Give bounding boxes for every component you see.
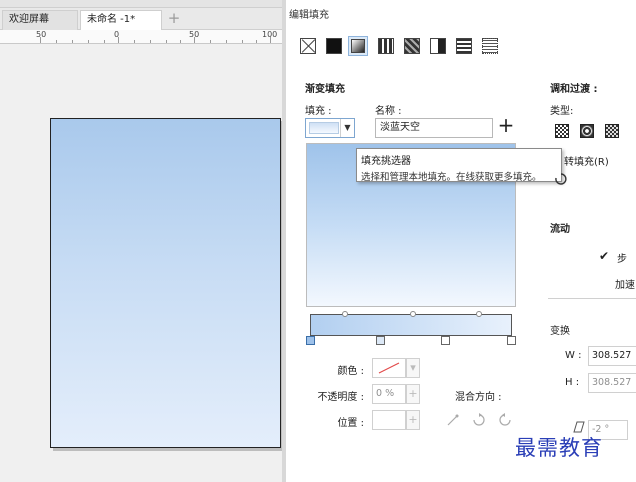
color-stop-handle[interactable] xyxy=(306,336,315,345)
bitmap-pattern-icon[interactable] xyxy=(404,38,420,54)
width-input[interactable]: 308.527 xyxy=(588,346,636,366)
fountain-fill-icon[interactable] xyxy=(348,36,368,56)
uniform-fill-icon[interactable] xyxy=(326,38,342,54)
postscript-fill-icon[interactable] xyxy=(482,38,498,54)
fill-picker-tooltip: 填充挑选器 选择和管理本地填充。在线获取更多填充。 xyxy=(356,148,562,183)
name-label: 名称 : xyxy=(375,106,402,117)
add-tab-button[interactable]: + xyxy=(166,11,182,27)
color-stop-handle[interactable] xyxy=(441,336,450,345)
fill-picker-dropdown[interactable]: ▼ xyxy=(305,118,355,138)
blend-direction-label: 混合方向 : xyxy=(455,392,502,403)
color-dropdown-button[interactable]: ▾ xyxy=(406,358,420,378)
no-fill-icon[interactable] xyxy=(300,38,316,54)
vector-pattern-icon[interactable] xyxy=(378,38,394,54)
opacity-input[interactable]: 0 % xyxy=(372,384,406,404)
ruler-label: 50 xyxy=(36,30,47,39)
counterclockwise-blend-icon[interactable] xyxy=(498,413,512,427)
color-stop-handle[interactable] xyxy=(376,336,385,345)
position-input[interactable] xyxy=(372,410,406,430)
blend-section-title: 调和过渡 : xyxy=(550,84,598,95)
reverse-icon[interactable] xyxy=(553,172,567,186)
steps-label: 步 xyxy=(617,254,627,265)
acceleration-label: 加速 xyxy=(615,280,635,291)
fill-label: 填充 : xyxy=(305,106,332,117)
gradient-slider[interactable] xyxy=(310,311,512,336)
flow-title: 流动 xyxy=(550,224,570,235)
no-color-icon xyxy=(378,362,400,374)
tooltip-description: 选择和管理本地填充。在线获取更多填充。 xyxy=(361,172,542,183)
two-color-pattern-icon[interactable] xyxy=(430,38,446,54)
reverse-fill-label: 转填充(R) xyxy=(564,157,609,168)
top-strip xyxy=(0,0,282,8)
width-label: W : xyxy=(565,350,582,361)
panel-divider xyxy=(282,0,286,482)
watermark: 最需教育 xyxy=(515,436,603,460)
horizontal-ruler: 50 0 50 100 xyxy=(0,30,282,44)
tab-welcome-screen[interactable]: 欢迎屏幕 xyxy=(2,10,78,30)
fill-name-input[interactable]: 淡蓝天空 xyxy=(375,118,493,138)
tab-untitled-document[interactable]: 未命名 -1* xyxy=(80,10,162,30)
midpoint-handle[interactable] xyxy=(410,311,416,317)
type-label: 类型: xyxy=(550,106,574,117)
chevron-down-icon: ▼ xyxy=(340,119,354,137)
linear-blend-icon[interactable] xyxy=(447,414,459,426)
height-input[interactable]: 308.527 xyxy=(588,373,636,393)
elliptical-type-icon[interactable] xyxy=(580,124,594,138)
midpoint-handle[interactable] xyxy=(342,311,348,317)
dialog-title: 编辑填充 xyxy=(289,10,329,21)
add-fill-button[interactable]: + xyxy=(496,115,516,137)
opacity-stepper[interactable]: + xyxy=(406,384,420,404)
midpoint-handle[interactable] xyxy=(476,311,482,317)
steps-checkbox[interactable]: ✔ xyxy=(599,250,611,262)
fill-swatch-preview xyxy=(309,122,339,134)
height-label: H : xyxy=(565,377,580,388)
color-swatch-field[interactable] xyxy=(372,358,406,378)
linear-type-icon[interactable] xyxy=(555,124,569,138)
texture-fill-icon[interactable] xyxy=(456,38,472,54)
document-tab-bar: 欢迎屏幕 未命名 -1* + xyxy=(0,8,282,30)
section-title: 渐变填充 xyxy=(305,84,345,95)
filled-rectangle[interactable] xyxy=(50,118,281,448)
tooltip-title: 填充挑选器 xyxy=(361,156,411,167)
clockwise-blend-icon[interactable] xyxy=(472,413,486,427)
conical-type-icon[interactable] xyxy=(605,124,619,138)
color-label: 颜色 : xyxy=(337,366,364,377)
position-label: 位置 : xyxy=(337,418,364,429)
opacity-label: 不透明度 : xyxy=(317,392,364,403)
document-area: 欢迎屏幕 未命名 -1* + 50 0 50 100 xyxy=(0,0,282,482)
transform-title: 变换 xyxy=(550,326,570,337)
color-stop-handle[interactable] xyxy=(507,336,516,345)
position-stepper[interactable]: + xyxy=(406,410,420,430)
separator xyxy=(548,298,636,299)
